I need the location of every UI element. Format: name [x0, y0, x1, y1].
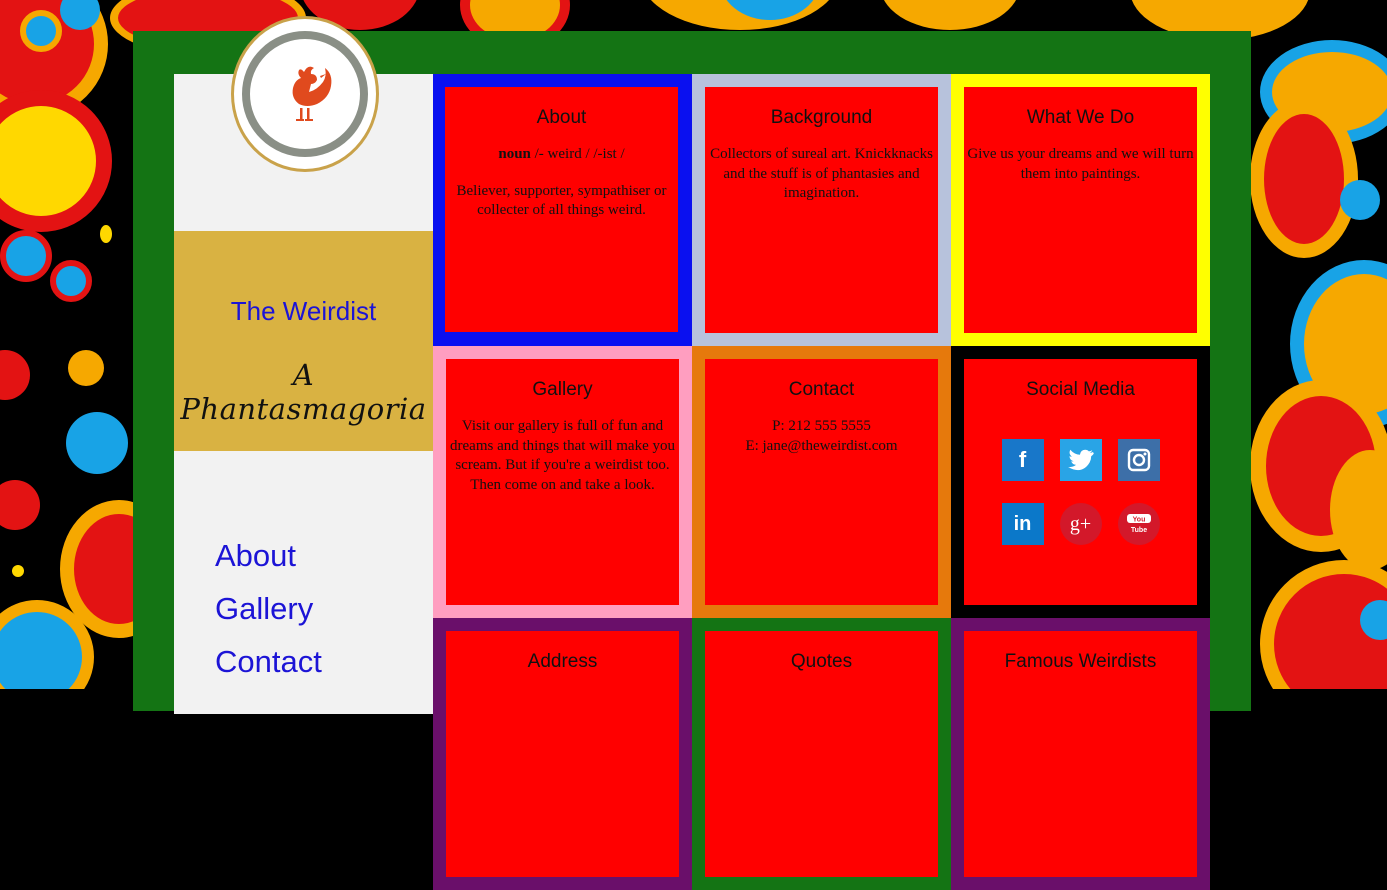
tile-quotes[interactable]: Quotes — [692, 618, 951, 890]
noun-label: noun — [498, 146, 531, 162]
instagram-icon[interactable] — [1117, 439, 1160, 481]
svg-text:You: You — [1132, 517, 1145, 524]
tile-title: Address — [527, 651, 598, 672]
tile-what-we-do[interactable]: What We Do Give us your dreams and we wi… — [951, 74, 1210, 346]
tile-title: Gallery — [532, 379, 593, 400]
site-subtitle: A Phantasmagoria — [180, 358, 427, 426]
tile-social-media[interactable]: Social Media f in g+ You Tube — [951, 346, 1210, 618]
tile-body: Collectors of sureal art. Knickknacks an… — [710, 146, 933, 201]
tile-contact[interactable]: Contact P: 212 555 5555 E: jane@theweird… — [692, 346, 951, 618]
tile-title: What We Do — [1026, 107, 1135, 128]
logo[interactable] — [231, 16, 379, 172]
tile-body: Visit our gallery is full of fun and dre… — [450, 418, 675, 493]
nav-link-contact[interactable]: Contact — [215, 642, 322, 695]
social-icons: f in g+ You Tube — [964, 439, 1197, 545]
tile-body: Believer, supporter, sympathiser or coll… — [456, 182, 667, 219]
tile-title: Famous Weirdists — [1004, 651, 1157, 672]
tile-definition: noun /- weird / /-ist / — [445, 145, 678, 165]
tile-title: Social Media — [1026, 379, 1135, 400]
linkedin-icon[interactable]: in — [1001, 503, 1044, 545]
contact-email[interactable]: E: jane@theweirdist.com — [745, 438, 897, 454]
tile-body: Give us your dreams and we will turn the… — [967, 146, 1194, 182]
facebook-icon[interactable]: f — [1001, 439, 1044, 481]
site-title: The Weirdist — [230, 296, 377, 326]
tile-title: Quotes — [790, 651, 853, 672]
tile-background[interactable]: Background Collectors of sureal art. Kni… — [692, 74, 951, 346]
svg-text:Tube: Tube — [1130, 527, 1146, 534]
twitter-icon[interactable] — [1059, 439, 1102, 481]
google-plus-icon[interactable]: g+ — [1059, 503, 1102, 545]
tile-title: Contact — [788, 379, 855, 400]
tile-famous-weirdists[interactable]: Famous Weirdists — [951, 618, 1210, 890]
contact-phone: P: 212 555 5555 — [772, 418, 871, 434]
tile-title: Background — [770, 107, 873, 128]
tile-address[interactable]: Address — [433, 618, 692, 890]
pronunciation: /- weird / /-ist / — [530, 146, 625, 162]
tile-title: About — [536, 107, 587, 128]
nav-link-gallery[interactable]: Gallery — [215, 589, 322, 642]
youtube-icon[interactable]: You Tube — [1117, 503, 1160, 545]
tile-about[interactable]: About noun /- weird / /-ist / Believer, … — [433, 74, 692, 346]
contact-details: P: 212 555 5555 E: jane@theweirdist.com — [705, 417, 938, 456]
sidebar-nav: About Gallery Contact — [215, 536, 322, 695]
rooster-icon — [292, 66, 332, 121]
nav-link-about[interactable]: About — [215, 536, 322, 589]
tile-gallery[interactable]: Gallery Visit our gallery is full of fun… — [433, 346, 692, 618]
